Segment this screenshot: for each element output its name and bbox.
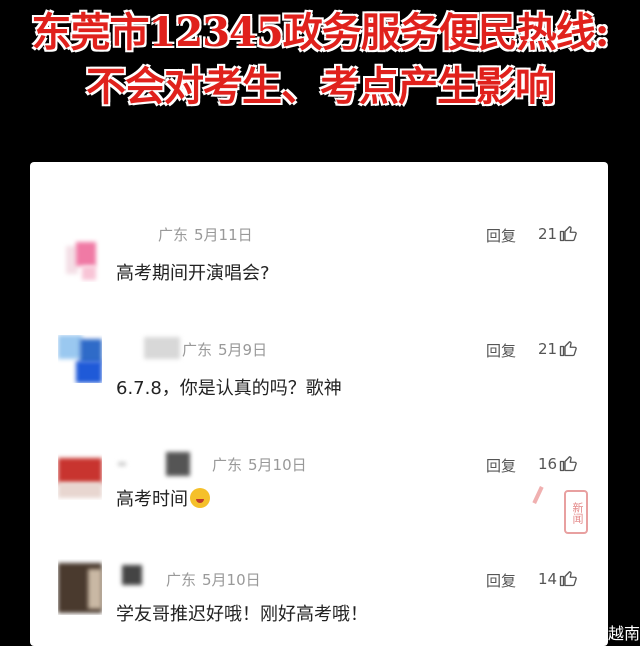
avatar[interactable] [58, 335, 102, 383]
news-watermark: 新闻 [564, 490, 588, 534]
comment-text: 高考时间 [116, 485, 210, 511]
username-redacted [166, 452, 190, 476]
headline-line-2: 不会对考生、考点产生影响 [86, 63, 555, 110]
like-button[interactable]: 21 [538, 339, 577, 361]
comment-text: 高考期间开演唱会? [116, 263, 270, 284]
comment-item: 广东 5月10日 高考时间 回复 16 [30, 444, 608, 559]
thumbs-up-icon [559, 339, 577, 361]
comment-region: 广东 [166, 571, 197, 589]
reply-button[interactable]: 回复 [486, 340, 516, 361]
comment-region: 广东 [158, 226, 189, 244]
headline-line-1: 东莞市12345政务服务便民热线: [31, 9, 610, 56]
comment-meta: 广东 5月10日 [166, 569, 261, 590]
headline: 东莞市12345政务服务便民热线: 不会对考生、考点产生影响 [0, 0, 640, 160]
comment-item: 广东 5月11日 高考期间开演唱会? 回复 21 [30, 214, 608, 329]
reply-button[interactable]: 回复 [486, 570, 516, 591]
thumbs-up-icon [559, 224, 577, 246]
avatar[interactable] [58, 234, 102, 282]
comment-text: 6.7.8，你是认真的吗？歌神 [116, 378, 342, 399]
comment-date: 5月10日 [202, 571, 261, 589]
like-count: 16 [538, 455, 558, 473]
comment-list: 广东 5月11日 高考期间开演唱会? 回复 21 广东 5月9日 6.7.8，你是认… [30, 162, 608, 646]
comment-meta: 广东 5月10日 [212, 454, 307, 475]
comment-region: 广东 [212, 456, 243, 474]
comment-date: 5月10日 [248, 456, 307, 474]
reply-button[interactable]: 回复 [486, 455, 516, 476]
comment-date: 5月11日 [194, 226, 253, 244]
like-button[interactable]: 21 [538, 224, 577, 246]
like-count: 14 [538, 570, 558, 588]
thumbs-up-icon [559, 569, 577, 591]
comment-item: 广东 5月9日 6.7.8，你是认真的吗？歌神 回复 21 [30, 329, 608, 444]
comment-text: 学友哥推迟好哦！刚好高考哦！ [116, 604, 368, 625]
comment-text-body: 高考时间 [116, 489, 188, 510]
comment-item: 广东 5月10日 学友哥推迟好哦！刚好高考哦！ 回复 14 [30, 559, 608, 646]
avatar[interactable] [58, 559, 102, 615]
like-count: 21 [538, 340, 558, 358]
reply-button[interactable]: 回复 [486, 225, 516, 246]
corner-watermark: 越南 [608, 624, 640, 643]
comment-region: 广东 [182, 341, 213, 359]
comment-date: 5月9日 [218, 341, 268, 359]
comment-meta: 广东 5月11日 [158, 224, 253, 245]
thumbs-up-icon [559, 454, 577, 476]
avatar[interactable] [58, 452, 102, 500]
laughing-emoji-icon [190, 488, 210, 508]
like-count: 21 [538, 225, 558, 243]
username-redacted [118, 462, 126, 466]
like-button[interactable]: 14 [538, 569, 577, 591]
username-redacted [144, 337, 180, 359]
like-button[interactable]: 16 [538, 454, 577, 476]
comment-meta: 广东 5月9日 [182, 339, 267, 360]
username-redacted [122, 565, 142, 585]
